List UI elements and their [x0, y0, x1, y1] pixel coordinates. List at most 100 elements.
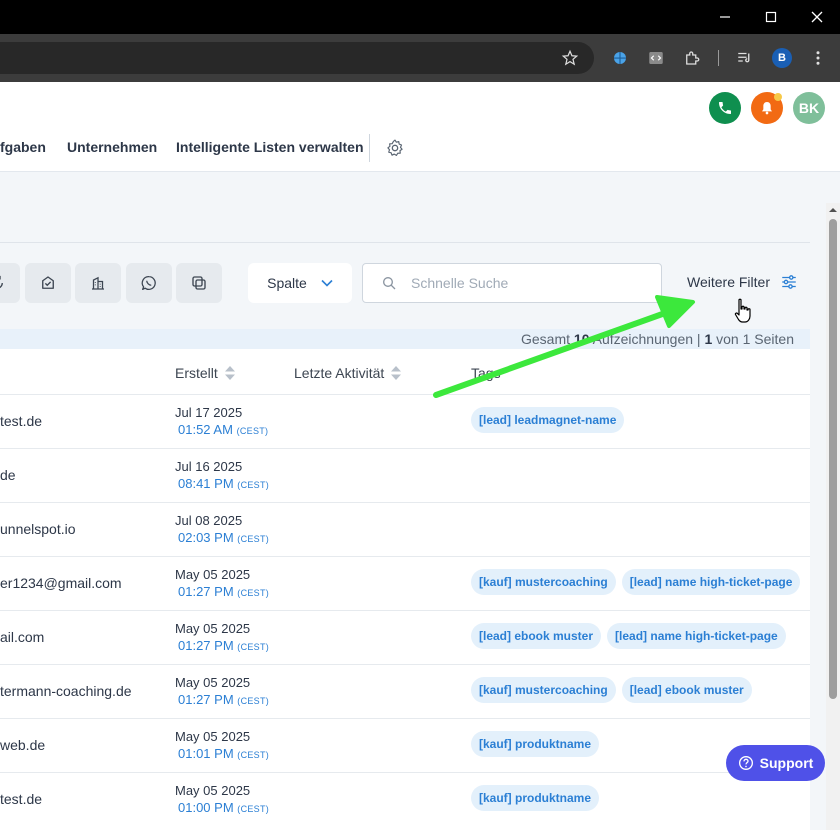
- notifications-button[interactable]: [751, 92, 783, 124]
- cell-tags: [kauf] mustercoaching [lead] ebook muster: [471, 677, 752, 703]
- close-window-button[interactable]: [794, 0, 840, 34]
- address-bar[interactable]: [0, 42, 594, 74]
- table-row[interactable]: web.de May 05 2025 01:01 PM (CEST) [kauf] p…: [0, 718, 810, 772]
- table-row[interactable]: termann-coaching.de May 05 2025 01:27 PM (…: [0, 664, 810, 718]
- tag-chip[interactable]: [kauf] produktname: [471, 731, 600, 757]
- close-icon: [811, 11, 823, 23]
- tag-chip[interactable]: [kauf] produktname: [471, 785, 600, 811]
- table-row[interactable]: er1234@gmail.com May 05 2025 01:27 PM (CES…: [0, 556, 810, 610]
- cell-created-time: 01:27 PM (CEST): [178, 638, 269, 653]
- tag-chip[interactable]: [lead] leadmagnet-name: [471, 407, 625, 433]
- nav-item-unternehmen[interactable]: Unternehmen: [67, 139, 157, 155]
- table-row[interactable]: de Jul 16 2025 08:41 PM (CEST): [0, 448, 810, 502]
- building-icon: [92, 276, 104, 290]
- chevron-down-icon: [321, 279, 333, 287]
- company-action-button[interactable]: [75, 263, 121, 303]
- extension-vpn-button[interactable]: [606, 44, 634, 72]
- duplicate-action-button[interactable]: [176, 263, 222, 303]
- cell-timezone: (CEST): [237, 534, 270, 544]
- cell-created-date: Jul 08 2025: [175, 513, 243, 528]
- table-row[interactable]: test.de Jul 17 2025 01:52 AM (CEST) [lead] …: [0, 394, 810, 448]
- email-action-button[interactable]: [25, 263, 71, 303]
- phone-icon: [719, 102, 731, 114]
- cell-timezone: (CEST): [237, 750, 270, 760]
- cell-created-time: 08:41 PM (CEST): [178, 476, 269, 491]
- cell-email[interactable]: test.de: [0, 791, 42, 807]
- quick-search: [362, 263, 662, 303]
- column-header-last-activity[interactable]: Letzte Aktivität: [294, 365, 402, 381]
- cell-time-value: 01:00 PM: [178, 800, 234, 815]
- nav-divider: [369, 134, 370, 162]
- extension-code-button[interactable]: [642, 44, 670, 72]
- summary-current-page: 1: [704, 331, 713, 347]
- table-row[interactable]: unnelspot.io Jul 08 2025 02:03 PM (CEST): [0, 502, 810, 556]
- cell-email[interactable]: web.de: [0, 737, 45, 753]
- tag-chip[interactable]: [lead] name high-ticket-page: [621, 569, 801, 595]
- support-label: Support: [759, 755, 814, 771]
- tag-chip[interactable]: [lead] name high-ticket-page: [607, 623, 786, 649]
- tag-chip[interactable]: [lead] ebook muster: [621, 677, 752, 703]
- page-scrollbar[interactable]: [826, 203, 840, 830]
- minimize-button[interactable]: [702, 0, 748, 34]
- phone-button[interactable]: [709, 92, 741, 124]
- copy-icon: [192, 276, 206, 290]
- refresh-icon: [0, 275, 3, 289]
- cell-email[interactable]: test.de: [0, 413, 42, 429]
- media-control-button[interactable]: [731, 44, 759, 72]
- more-filters-button[interactable]: Weitere Filter: [687, 273, 798, 291]
- column-header-created[interactable]: Erstellt: [175, 365, 236, 381]
- cell-tags: [kauf] produktname: [471, 785, 600, 811]
- nav-item-smart-lists[interactable]: Intelligente Listen verwalten: [176, 139, 364, 155]
- cell-email[interactable]: er1234@gmail.com: [0, 575, 122, 591]
- toolbar-divider: [718, 50, 719, 66]
- browser-menu-button[interactable]: [804, 44, 832, 72]
- more-filters-label: Weitere Filter: [687, 274, 770, 290]
- cell-created-date: May 05 2025: [175, 567, 251, 582]
- summary-total-pages: 1: [742, 331, 751, 347]
- cell-tags: [lead] ebook muster [lead] name high-tick…: [471, 623, 786, 649]
- whatsapp-action-button[interactable]: [126, 263, 172, 303]
- maximize-icon: [765, 11, 777, 23]
- section-divider: [0, 242, 810, 243]
- support-button[interactable]: Support: [726, 745, 825, 781]
- kebab-menu-icon: [816, 51, 820, 65]
- records-summary: Gesamt 10 Aufzeichnungen | 1 von 1 Seite…: [0, 329, 810, 349]
- nav-item-aufgaben[interactable]: fgaben: [0, 139, 46, 155]
- browser-toolbar: B: [0, 34, 840, 82]
- extensions-button[interactable]: [678, 44, 706, 72]
- summary-prefix: Gesamt: [521, 331, 571, 347]
- gear-icon: [387, 139, 403, 156]
- cell-email[interactable]: de: [0, 467, 16, 483]
- user-avatar[interactable]: BK: [793, 92, 825, 124]
- app-header: BK fgaben Unternehmen Intelligente Liste…: [0, 82, 840, 172]
- cell-tags: [kauf] produktname: [471, 731, 600, 757]
- contacts-table: Erstellt Letzte Aktivität Tags test.de Ju…: [0, 349, 810, 830]
- cell-timezone: (CEST): [237, 588, 270, 598]
- cell-created-time: 02:03 PM (CEST): [178, 530, 269, 545]
- table-row[interactable]: ail.com May 05 2025 01:27 PM (CEST) [lead] …: [0, 610, 810, 664]
- globe-extension-icon: [614, 52, 626, 64]
- maximize-button[interactable]: [748, 0, 794, 34]
- cell-email[interactable]: termann-coaching.de: [0, 683, 132, 699]
- quick-search-input[interactable]: [411, 275, 641, 291]
- cell-created-date: Jul 17 2025: [175, 405, 243, 420]
- summary-records-label: Aufzeichnungen |: [592, 331, 701, 347]
- cell-email[interactable]: ail.com: [0, 629, 44, 645]
- bookmark-star-button[interactable]: [556, 44, 584, 72]
- column-header-created-label: Erstellt: [175, 365, 218, 381]
- code-icon: [649, 52, 663, 64]
- playlist-icon: [738, 52, 750, 63]
- table-row[interactable]: test.de May 05 2025 01:00 PM (CEST) [kauf] …: [0, 772, 810, 826]
- tag-chip[interactable]: [kauf] mustercoaching: [471, 677, 616, 703]
- tag-chip[interactable]: [lead] ebook muster: [471, 623, 602, 649]
- refresh-button[interactable]: [0, 263, 20, 303]
- column-select-button[interactable]: Spalte: [248, 263, 352, 303]
- scrollbar-thumb[interactable]: [829, 219, 837, 699]
- profile-avatar: B: [772, 48, 792, 68]
- tag-chip[interactable]: [kauf] mustercoaching: [471, 569, 616, 595]
- cell-email[interactable]: unnelspot.io: [0, 521, 76, 537]
- hand-cursor-icon: [734, 298, 751, 323]
- search-icon: [383, 277, 396, 290]
- settings-button[interactable]: [385, 138, 405, 163]
- profile-button[interactable]: B: [768, 44, 796, 72]
